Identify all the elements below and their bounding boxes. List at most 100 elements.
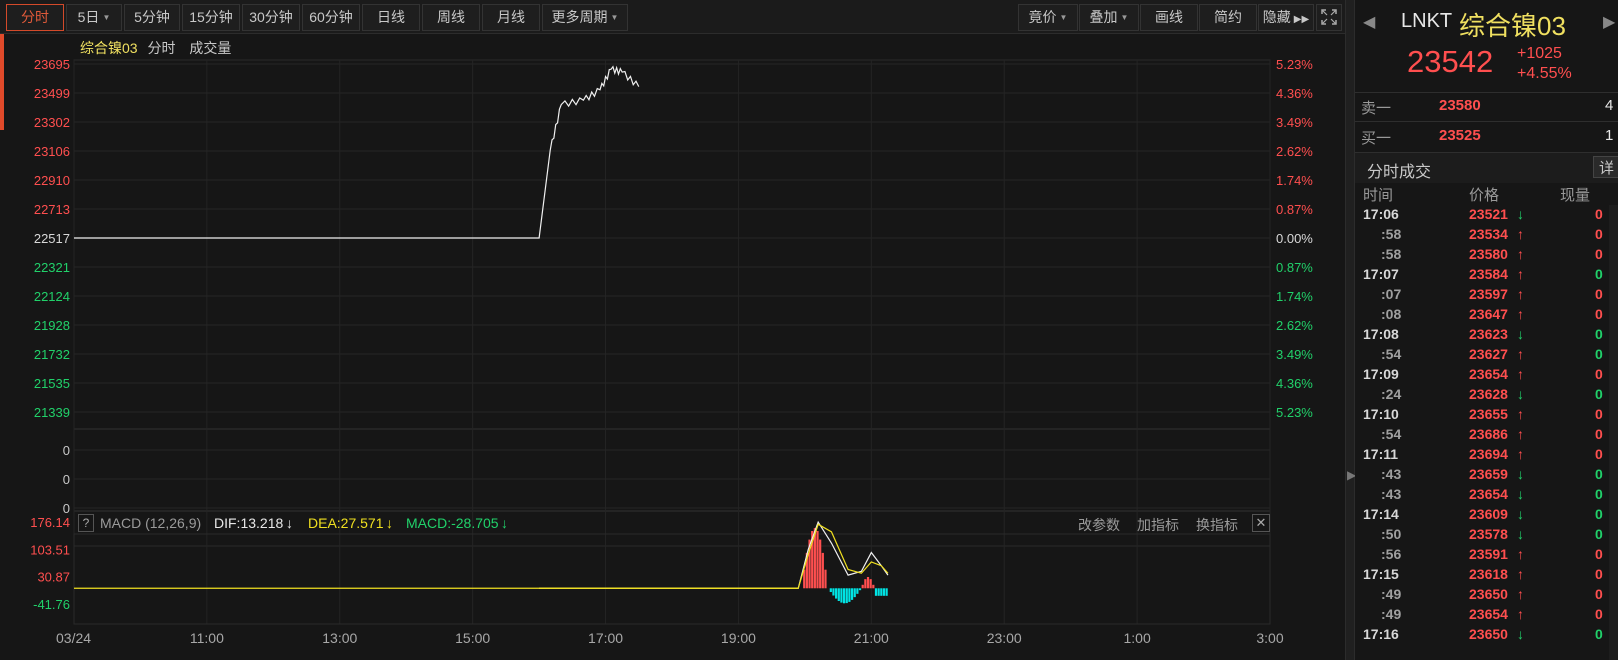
time-tick-label: 1:00 [1123, 630, 1150, 646]
macd-tick-label: -41.76 [33, 597, 70, 612]
trade-price: 23650 [1469, 586, 1508, 602]
trade-volume: 0 [1595, 466, 1603, 482]
period-more-dropdown[interactable]: 更多周期 ▼ [542, 4, 628, 31]
overlay-dropdown[interactable]: 叠加 ▼ [1079, 4, 1139, 31]
time-tick-label: 19:00 [721, 630, 756, 646]
fullscreen-button[interactable] [1316, 4, 1342, 31]
auction-dropdown[interactable]: 竟价 ▼ [1018, 4, 1078, 31]
trade-price: 23584 [1469, 266, 1508, 282]
panel-divider[interactable] [1345, 0, 1355, 660]
price-axis-left: 23695 23499 23302 23106 22910 22713 22517 22321… [34, 57, 70, 420]
period-intraday-tab[interactable]: 分时 [6, 4, 64, 31]
chevron-down-icon: ▼ [1120, 13, 1129, 22]
detail-button[interactable]: 详 [1593, 156, 1618, 178]
trade-volume: 0 [1595, 566, 1603, 582]
change-params-button[interactable]: 改参数 [1078, 515, 1120, 535]
trade-volume: 0 [1595, 226, 1603, 242]
trade-row: 17:09 23654 ↑ 0 [1355, 364, 1618, 384]
trade-time: 17:07 [1363, 266, 1399, 282]
period-30min-tab[interactable]: 30分钟 [242, 4, 300, 31]
trade-volume: 0 [1595, 326, 1603, 342]
arrow-down-icon: ↓ [1517, 206, 1524, 222]
time-tick-label: 13:00 [322, 630, 357, 646]
price-change: +1025 [1517, 45, 1562, 62]
pct-tick-label: 0.00% [1276, 231, 1313, 246]
trade-price: 23578 [1469, 526, 1508, 542]
time-tick-label: 23:00 [987, 630, 1022, 646]
next-symbol-icon[interactable]: ▶ [1603, 12, 1615, 32]
trade-volume: 0 [1595, 546, 1603, 562]
trade-row: :58 23534 ↑ 0 [1355, 224, 1618, 244]
arrow-up-icon: ↑ [1517, 606, 1524, 622]
period-60min-tab[interactable]: 60分钟 [302, 4, 360, 31]
arrow-up-icon: ↑ [1517, 346, 1524, 362]
trades-title: 分时成交 [1367, 164, 1432, 181]
trade-row: :49 23654 ↑ 0 [1355, 604, 1618, 624]
prev-symbol-icon[interactable]: ◀ [1363, 12, 1375, 32]
pct-tick-label: 2.62% [1276, 144, 1313, 159]
hide-button[interactable]: 隐藏 ▶▶ [1258, 4, 1314, 31]
arrow-down-icon: ↓ [1517, 526, 1524, 542]
bid-label: 买一 [1361, 130, 1392, 147]
close-icon[interactable]: ✕ [1252, 514, 1270, 532]
chevron-down-icon: ▼ [610, 13, 619, 22]
time-tick-label: 11:00 [190, 630, 224, 646]
price-axis-right: 5.23% 4.36% 3.49% 2.62% 1.74% 0.87% 0.00% 0.87%… [1276, 57, 1313, 420]
trade-time: 17:08 [1363, 326, 1399, 342]
macd-tick-label: 176.14 [30, 515, 70, 530]
period-15min-tab[interactable]: 15分钟 [182, 4, 240, 31]
down-arrow-icon: ↓ [286, 515, 293, 531]
draw-line-button[interactable]: 画线 [1140, 4, 1198, 31]
price-tick-label: 22713 [34, 202, 70, 217]
period-day-tab[interactable]: 日线 [362, 4, 420, 31]
time-tick-label: 03/24 [56, 630, 91, 646]
price-tick-label: 21732 [34, 347, 70, 362]
period-month-tab[interactable]: 月线 [482, 4, 540, 31]
arrow-up-icon: ↑ [1517, 366, 1524, 382]
price-change-pct: +4.55% [1517, 65, 1572, 82]
price-tick-label: 21339 [34, 405, 70, 420]
switch-indicator-button[interactable]: 换指标 [1196, 515, 1238, 535]
arrow-up-icon: ↑ [1517, 406, 1524, 422]
trades-scrollbar[interactable] [1609, 205, 1618, 660]
chart-grid [73, 59, 1271, 625]
pct-tick-label: 1.74% [1276, 173, 1313, 188]
trade-row: 17:07 23584 ↑ 0 [1355, 264, 1618, 284]
trade-row: :24 23628 ↓ 0 [1355, 384, 1618, 404]
pct-tick-label: 5.23% [1276, 57, 1313, 72]
time-tick-label: 15:00 [455, 630, 490, 646]
trade-price: 23580 [1469, 246, 1508, 262]
price-line [74, 65, 640, 239]
period-week-tab[interactable]: 周线 [422, 4, 480, 31]
period-5min-tab[interactable]: 5分钟 [124, 4, 180, 31]
intraday-chart[interactable]: 23695 23499 23302 23106 22910 22713 22517 22321… [0, 34, 1345, 660]
trade-price: 23655 [1469, 406, 1508, 422]
trades-header-price: 价格 [1469, 187, 1500, 204]
add-indicator-button[interactable]: 加指标 [1137, 515, 1179, 535]
arrow-down-icon: ↓ [1517, 326, 1524, 342]
pct-tick-label: 0.87% [1276, 260, 1313, 275]
trade-row: 17:14 23609 ↓ 0 [1355, 504, 1618, 524]
trade-price: 23654 [1469, 606, 1508, 622]
simple-mode-button[interactable]: 简约 [1199, 4, 1257, 31]
trade-price: 23659 [1469, 466, 1508, 482]
volume-tick-label: 0 [63, 472, 70, 487]
trade-row: 17:16 23650 ↓ 0 [1355, 624, 1618, 644]
trade-price: 23686 [1469, 426, 1508, 442]
price-tick-label: 22124 [34, 289, 70, 304]
chevron-down-icon: ▼ [102, 13, 111, 22]
trade-time: 17:10 [1363, 406, 1399, 422]
trade-time: :49 [1381, 606, 1402, 622]
help-icon[interactable]: ? [78, 514, 94, 532]
macd-value: MACD:-28.705 [406, 515, 499, 531]
trade-row: :58 23580 ↑ 0 [1355, 244, 1618, 264]
trade-price: 23597 [1469, 286, 1508, 302]
pct-tick-label: 4.36% [1276, 376, 1313, 391]
trade-price: 23534 [1469, 226, 1508, 242]
pct-tick-label: 1.74% [1276, 289, 1313, 304]
volume-axis: 0 0 0 [63, 443, 70, 516]
price-tick-label: 23695 [34, 57, 70, 72]
chevron-down-icon: ▼ [1059, 13, 1068, 22]
period-5day-tab[interactable]: 5日 ▼ [66, 4, 122, 31]
price-tick-label: 22517 [34, 231, 70, 246]
